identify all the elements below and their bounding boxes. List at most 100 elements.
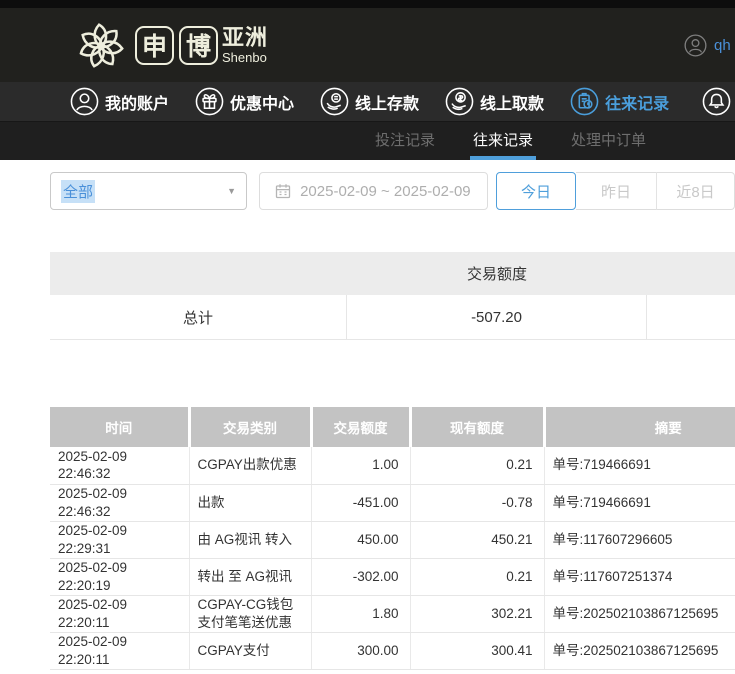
nav-label: 我的账户: [105, 90, 169, 114]
cell-summary: 单号:202502103867125695: [544, 632, 735, 669]
cell-summary: 单号:117607296605: [544, 521, 735, 558]
type-select-value: 全部: [61, 180, 95, 203]
cell-summary: 单号:202502103867125695: [544, 595, 735, 632]
type-select[interactable]: 全部 ▼: [50, 172, 247, 210]
tab-pending-orders[interactable]: 处理中订单: [568, 122, 649, 160]
calendar-icon: [275, 183, 291, 199]
logo-char-bo: 博: [179, 26, 218, 65]
cell-amount: -302.00: [311, 558, 410, 595]
logo-region: 亚洲 Shenbo: [222, 27, 268, 64]
logo-bar: 申 博 亚洲 Shenbo qh: [0, 8, 735, 82]
cell-time: 2025-02-09 22:20:11: [50, 595, 189, 632]
sub-navbar: 投注记录 往来记录 处理中订单: [0, 122, 735, 160]
col-header-time: 时间: [50, 407, 189, 447]
last-8-days-button[interactable]: 近8日: [656, 172, 735, 210]
cell-amount: -451.00: [311, 484, 410, 521]
cell-summary: 单号:117607251374: [544, 558, 735, 595]
date-range-input[interactable]: 2025-02-09 ~ 2025-02-09: [259, 172, 488, 210]
transactions-table-container: 时间 交易类别 交易额度 现有额度 摘要 2025-02-09 22:46:32…: [50, 407, 735, 670]
quick-date-buttons: 今日 昨日 近8日: [496, 172, 735, 210]
withdraw-icon: [445, 87, 474, 116]
summary-total-value: -507.20: [347, 295, 647, 339]
tab-transaction-records[interactable]: 往来记录: [470, 122, 536, 160]
nav-label: 优惠中心: [230, 90, 294, 114]
user-account-area[interactable]: qh: [684, 8, 731, 82]
deposit-icon: [320, 87, 349, 116]
table-row: 2025-02-09 22:46:32 CGPAY出款优惠 1.00 0.21 …: [50, 447, 735, 484]
summary-total-row: 总计 -507.20: [50, 295, 735, 340]
cell-type: CGPAY-CG钱包支付笔笔送优惠: [189, 595, 311, 632]
logo-region-en: Shenbo: [222, 51, 268, 64]
summary-total-label: 总计: [50, 295, 347, 339]
cell-summary: 单号:719466691: [544, 447, 735, 484]
cell-amount: 1.00: [311, 447, 410, 484]
col-header-balance: 现有额度: [410, 407, 544, 447]
button-label: 昨日: [601, 181, 631, 202]
cell-type: CGPAY出款优惠: [189, 447, 311, 484]
yesterday-button[interactable]: 昨日: [576, 172, 656, 210]
nav-label: 线上取款: [480, 90, 544, 114]
tab-label: 往来记录: [473, 129, 533, 150]
cell-balance: -0.78: [410, 484, 544, 521]
top-strip: [0, 0, 735, 8]
col-header-amount: 交易额度: [311, 407, 410, 447]
flower-logo-icon: [72, 16, 130, 74]
nav-item-transactions[interactable]: 往来记录: [570, 87, 669, 116]
gift-icon: [195, 87, 224, 116]
table-row: 2025-02-09 22:46:32 出款 -451.00 -0.78 单号:…: [50, 484, 735, 521]
button-label: 今日: [521, 181, 551, 202]
col-header-summary: 摘要: [544, 407, 735, 447]
nav-label: 线上存款: [355, 90, 419, 114]
cell-time: 2025-02-09 22:46:32: [50, 484, 189, 521]
summary-amount-header: 交易额度: [347, 263, 647, 284]
summary-header-row: 交易额度: [50, 252, 735, 295]
logo-char-shen: 申: [135, 26, 174, 65]
table-header-row: 时间 交易类别 交易额度 现有额度 摘要: [50, 407, 735, 447]
button-label: 近8日: [676, 181, 714, 202]
cell-amount: 450.00: [311, 521, 410, 558]
cell-balance: 300.41: [410, 632, 544, 669]
user-circle-icon: [70, 87, 99, 116]
cell-time: 2025-02-09 22:20:19: [50, 558, 189, 595]
cell-time: 2025-02-09 22:20:11: [50, 632, 189, 669]
nav-item-my-account[interactable]: 我的账户: [70, 87, 169, 116]
nav-label: 往来记录: [605, 90, 669, 114]
notifications-button[interactable]: [702, 87, 731, 116]
cell-type: 由 AG视讯 转入: [189, 521, 311, 558]
cell-balance: 0.21: [410, 558, 544, 595]
cell-summary: 单号:719466691: [544, 484, 735, 521]
table-row: 2025-02-09 22:20:19 转出 至 AG视讯 -302.00 0.…: [50, 558, 735, 595]
main-navbar: 我的账户 优惠中心 线上存款 线上取款: [0, 82, 735, 122]
cell-balance: 0.21: [410, 447, 544, 484]
cell-amount: 300.00: [311, 632, 410, 669]
nav-item-deposit[interactable]: 线上存款: [320, 87, 419, 116]
cell-time: 2025-02-09 22:29:31: [50, 521, 189, 558]
col-header-type: 交易类别: [189, 407, 311, 447]
tab-label: 投注记录: [375, 129, 435, 150]
cell-time: 2025-02-09 22:46:32: [50, 447, 189, 484]
today-button[interactable]: 今日: [496, 172, 576, 210]
table-row: 2025-02-09 22:20:11 CGPAY-CG钱包支付笔笔送优惠 1.…: [50, 595, 735, 632]
transactions-table: 时间 交易类别 交易额度 现有额度 摘要 2025-02-09 22:46:32…: [50, 407, 735, 670]
username-text[interactable]: qh: [714, 37, 731, 54]
bell-icon: [702, 87, 731, 116]
tab-label: 处理中订单: [571, 129, 646, 150]
tab-betting-records[interactable]: 投注记录: [372, 122, 438, 160]
date-range-text: 2025-02-09 ~ 2025-02-09: [300, 183, 471, 200]
cell-type: 出款: [189, 484, 311, 521]
user-avatar-icon: [684, 34, 707, 57]
logo-region-cn: 亚洲: [222, 27, 268, 49]
chevron-down-icon: ▼: [227, 186, 236, 196]
records-icon: [570, 87, 599, 116]
cell-balance: 450.21: [410, 521, 544, 558]
filter-bar: 全部 ▼ 2025-02-09 ~ 2025-02-09 今日 昨日 近8日: [50, 172, 735, 210]
summary-table: 交易额度 总计 -507.20: [50, 252, 735, 340]
cell-type: CGPAY支付: [189, 632, 311, 669]
cell-balance: 302.21: [410, 595, 544, 632]
cell-amount: 1.80: [311, 595, 410, 632]
table-row: 2025-02-09 22:29:31 由 AG视讯 转入 450.00 450…: [50, 521, 735, 558]
cell-type: 转出 至 AG视讯: [189, 558, 311, 595]
nav-item-promotions[interactable]: 优惠中心: [195, 87, 294, 116]
nav-item-withdraw[interactable]: 线上取款: [445, 87, 544, 116]
table-row: 2025-02-09 22:20:11 CGPAY支付 300.00 300.4…: [50, 632, 735, 669]
